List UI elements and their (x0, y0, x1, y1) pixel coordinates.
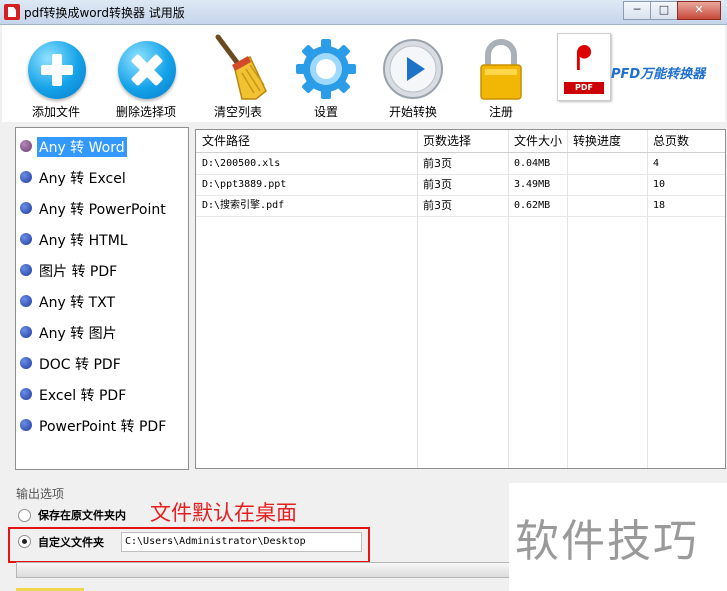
logo-pdf-label: PDF (564, 82, 604, 94)
add-file-button[interactable]: 添加文件 (16, 25, 96, 122)
radio-dot-icon (20, 326, 32, 338)
delete-selected-button[interactable]: 删除选择项 (106, 25, 186, 122)
gear-icon (296, 39, 356, 99)
logo-text: PFD万能转换器 (611, 67, 706, 82)
column-header-total[interactable]: 总页数 (647, 130, 689, 152)
add-icon (28, 41, 86, 99)
settings-label: 设置 (313, 105, 338, 119)
cell-pages: 前3页 (423, 157, 452, 170)
cell-path: D:\搜索引擎.pdf (202, 200, 285, 211)
radio-dot-icon (20, 171, 32, 183)
cell-path: D:\200500.xls (202, 158, 281, 169)
delete-selected-label: 删除选择项 (115, 105, 176, 119)
cell-total: 10 (653, 179, 666, 190)
cell-size: 0.62MB (514, 200, 551, 211)
maximize-button[interactable]: □ (650, 1, 678, 20)
conversion-item[interactable]: Any 转 Excel (16, 164, 186, 190)
column-header-progress[interactable]: 转换进度 (567, 130, 621, 152)
window-title: pdf转换成word转换器 试用版 (24, 6, 185, 20)
cell-total: 18 (653, 200, 666, 211)
radio-dot-icon (20, 388, 32, 400)
conversion-label: Any 转 图片 (39, 326, 117, 342)
annotation-text: 文件默认在桌面 (150, 501, 297, 525)
delete-icon (118, 41, 176, 99)
register-label: 注册 (488, 105, 513, 119)
conversion-item[interactable]: Any 转 HTML (16, 226, 186, 252)
conversion-label: PowerPoint 转 PDF (39, 419, 167, 435)
cell-size: 0.04MB (514, 158, 551, 169)
conversion-list: Any 转 Word Any 转 Excel Any 转 PowerPoint … (15, 127, 189, 470)
highlight-box (8, 527, 370, 563)
toolbar: 添加文件 删除选择项 清空列表 设置 开始转换 注册 ᖰ PDF PFD万能转换… (2, 25, 725, 122)
lock-icon (480, 39, 522, 100)
column-header-path[interactable]: 文件路径 (196, 130, 250, 152)
radio-dot-icon (20, 202, 32, 214)
radio-dot-icon (20, 419, 32, 431)
clear-list-button[interactable]: 清空列表 (198, 25, 278, 122)
conversion-item[interactable]: 图片 转 PDF (16, 257, 186, 283)
conversion-label: Any 转 PowerPoint (39, 202, 166, 218)
output-options-title: 输出选项 (16, 487, 65, 501)
cell-progress (567, 174, 573, 195)
keep-original-label[interactable]: 保存在原文件夹内 (38, 507, 126, 523)
acrobat-icon: ᖰ (575, 39, 593, 79)
conversion-label: 图片 转 PDF (39, 264, 118, 280)
conversion-label: Excel 转 PDF (39, 388, 127, 404)
broom-icon (215, 34, 267, 100)
pdf-logo: ᖰ PDF (557, 33, 611, 101)
start-convert-label: 开始转换 (388, 105, 437, 119)
radio-dot-icon (20, 295, 32, 307)
conversion-item[interactable]: Any 转 TXT (16, 288, 186, 314)
minimize-button[interactable]: ─ (623, 1, 651, 20)
radio-dot-icon (20, 264, 32, 276)
close-button[interactable]: ✕ (677, 1, 721, 20)
cell-total: 4 (653, 158, 660, 169)
play-icon (383, 39, 443, 99)
conversion-item[interactable]: PowerPoint 转 PDF (16, 412, 186, 438)
conversion-label: Any 转 HTML (39, 233, 128, 249)
conversion-progress-bar (16, 562, 526, 578)
window-controls: ─ □ ✕ (623, 1, 721, 20)
cell-progress (567, 195, 573, 216)
conversion-item[interactable]: Any 转 图片 (16, 319, 186, 345)
radio-dot-icon (20, 233, 32, 245)
column-header-size[interactable]: 文件大小 (508, 130, 562, 152)
cell-progress (567, 153, 573, 174)
title-bar[interactable]: pdf转换成word转换器 试用版 ─ □ ✕ (0, 0, 727, 25)
start-convert-button[interactable]: 开始转换 (373, 25, 453, 122)
radio-dot-icon (20, 357, 32, 369)
keep-original-radio[interactable] (18, 509, 31, 522)
radio-dot-icon (20, 140, 32, 152)
conversion-item[interactable]: Any 转 Word (16, 133, 186, 159)
file-table[interactable]: 文件路径 页数选择 文件大小 转换进度 总页数 D:\200500.xls 前3… (195, 129, 726, 469)
app-window: pdf转换成word转换器 试用版 ─ □ ✕ 添加文件 删除选择项 清空列表 … (0, 0, 727, 591)
cell-pages: 前3页 (423, 199, 452, 212)
conversion-label: Any 转 TXT (39, 295, 116, 311)
add-file-label: 添加文件 (31, 105, 80, 119)
cell-size: 3.49MB (514, 179, 551, 190)
conversion-label: DOC 转 PDF (39, 357, 121, 373)
clear-list-label: 清空列表 (213, 105, 262, 119)
watermark-text: 软件技巧 (515, 516, 699, 567)
column-header-pages[interactable]: 页数选择 (417, 130, 471, 152)
cell-path: D:\ppt3889.ppt (202, 179, 287, 190)
conversion-label: Any 转 Word (37, 137, 127, 157)
cell-pages: 前3页 (423, 178, 452, 191)
conversion-item[interactable]: DOC 转 PDF (16, 350, 186, 376)
conversion-item[interactable]: Any 转 PowerPoint (16, 195, 186, 221)
conversion-item[interactable]: Excel 转 PDF (16, 381, 186, 407)
conversion-label: Any 转 Excel (39, 171, 126, 187)
app-pdf-icon (4, 4, 20, 20)
settings-button[interactable]: 设置 (286, 25, 366, 122)
register-button[interactable]: 注册 (461, 25, 541, 122)
